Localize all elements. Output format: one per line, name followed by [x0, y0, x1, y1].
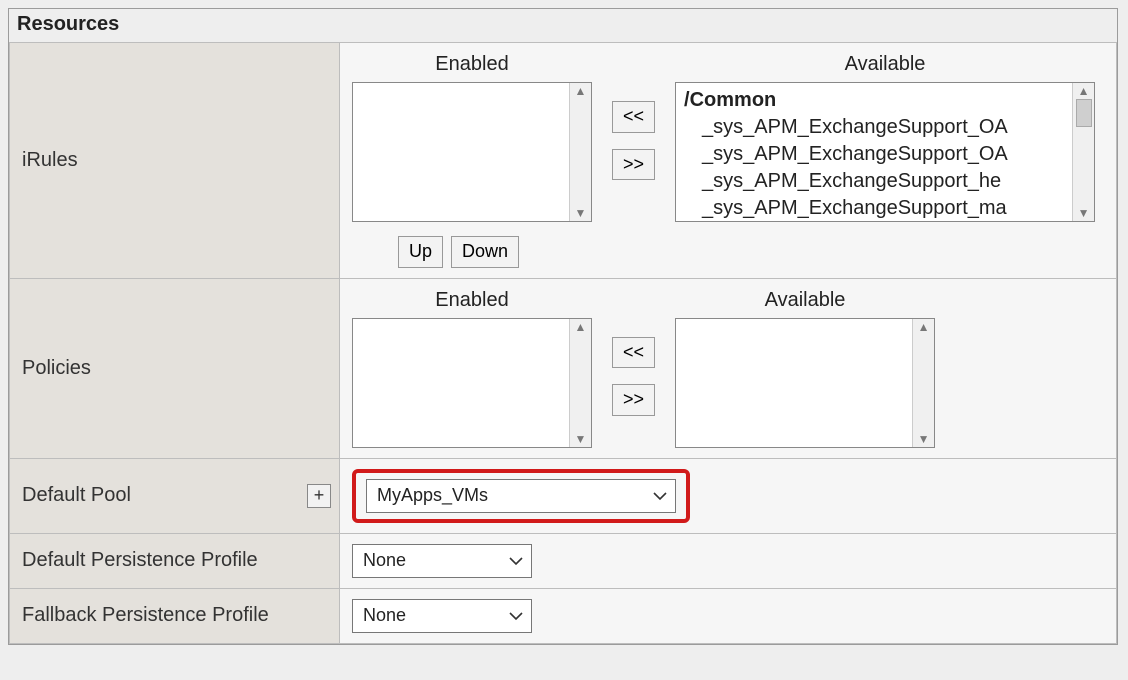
scroll-up-icon: ▲ [575, 85, 587, 97]
irules-reorder-buttons: Up Down [352, 236, 1104, 268]
scroll-down-icon: ▼ [575, 207, 587, 219]
policies-move-buttons: << >> [612, 337, 655, 416]
scroll-down-icon: ▼ [575, 433, 587, 445]
scrollbar[interactable]: ▲ ▼ [912, 319, 934, 447]
policies-available-heading: Available [765, 289, 846, 312]
chevron-down-icon [509, 611, 523, 621]
policies-move-right-button[interactable]: >> [612, 384, 655, 416]
default-persistence-value: None [363, 550, 406, 571]
label-policies: Policies [10, 278, 340, 458]
row-default-pool: Default Pool + MyApps_VMs [10, 458, 1117, 533]
irules-move-right-button[interactable]: >> [612, 149, 655, 181]
list-item[interactable]: _sys_APM_ExchangeSupport_OA [684, 114, 1086, 141]
resources-panel: Resources iRules Enabled ▲ [8, 8, 1118, 645]
irules-enabled-heading: Enabled [435, 53, 508, 76]
scroll-down-icon: ▼ [918, 433, 930, 445]
irules-move-buttons: << >> [612, 101, 655, 180]
section-title: Resources [9, 9, 1117, 42]
policies-enabled-heading: Enabled [435, 289, 508, 312]
label-default-persistence: Default Persistence Profile [10, 533, 340, 588]
policies-enabled-listbox[interactable]: ▲ ▼ [352, 318, 592, 448]
irules-controls: Enabled ▲ ▼ << > [340, 43, 1117, 279]
list-item[interactable]: _sys_APM_ExchangeSupport_ma [684, 195, 1086, 222]
row-default-persistence: Default Persistence Profile None [10, 533, 1117, 588]
row-irules: iRules Enabled ▲ ▼ [10, 43, 1117, 279]
scrollbar[interactable]: ▲ ▼ [569, 319, 591, 447]
irules-available-column: Available /Common _sys_APM_ExchangeSuppo… [675, 53, 1095, 222]
irules-move-left-button[interactable]: << [612, 101, 655, 133]
irules-down-button[interactable]: Down [451, 236, 519, 268]
irules-available-heading: Available [845, 53, 926, 76]
resources-table: iRules Enabled ▲ ▼ [9, 42, 1117, 644]
scroll-thumb[interactable] [1076, 99, 1092, 127]
policies-enabled-column: Enabled ▲ ▼ [352, 289, 592, 448]
default-pool-controls: MyApps_VMs [340, 458, 1117, 533]
label-default-pool: Default Pool + [10, 458, 340, 533]
policies-available-column: Available ▲ ▼ [675, 289, 935, 448]
fallback-persistence-select[interactable]: None [352, 599, 532, 633]
row-policies: Policies Enabled ▲ ▼ [10, 278, 1117, 458]
default-persistence-controls: None [340, 533, 1117, 588]
irules-available-listbox[interactable]: /Common _sys_APM_ExchangeSupport_OA _sys… [675, 82, 1095, 222]
chevron-down-icon [653, 491, 667, 501]
scrollbar[interactable]: ▲ ▼ [1072, 83, 1094, 221]
irules-up-button[interactable]: Up [398, 236, 443, 268]
list-item[interactable]: _sys_APM_ExchangeSupport_he [684, 168, 1086, 195]
scroll-up-icon: ▲ [918, 321, 930, 333]
label-irules: iRules [10, 43, 340, 279]
add-pool-button[interactable]: + [307, 484, 331, 508]
chevron-down-icon [509, 556, 523, 566]
scrollbar[interactable]: ▲ ▼ [569, 83, 591, 221]
policies-controls: Enabled ▲ ▼ << >> [340, 278, 1117, 458]
fallback-persistence-value: None [363, 605, 406, 626]
irules-enabled-listbox[interactable]: ▲ ▼ [352, 82, 592, 222]
policies-move-left-button[interactable]: << [612, 337, 655, 369]
policies-available-listbox[interactable]: ▲ ▼ [675, 318, 935, 448]
fallback-persistence-controls: None [340, 588, 1117, 643]
default-persistence-select[interactable]: None [352, 544, 532, 578]
scroll-up-icon: ▲ [575, 321, 587, 333]
irules-enabled-column: Enabled ▲ ▼ [352, 53, 592, 222]
list-item[interactable]: _sys_APM_ExchangeSupport_OA [684, 141, 1086, 168]
default-pool-select[interactable]: MyApps_VMs [366, 479, 676, 513]
default-pool-value: MyApps_VMs [377, 485, 488, 506]
label-default-pool-text: Default Pool [22, 484, 131, 506]
irules-available-group[interactable]: /Common [684, 87, 1086, 114]
row-fallback-persistence: Fallback Persistence Profile None [10, 588, 1117, 643]
scroll-up-icon: ▲ [1078, 85, 1090, 97]
default-pool-highlight: MyApps_VMs [352, 469, 690, 523]
label-fallback-persistence: Fallback Persistence Profile [10, 588, 340, 643]
scroll-down-icon: ▼ [1078, 207, 1090, 219]
